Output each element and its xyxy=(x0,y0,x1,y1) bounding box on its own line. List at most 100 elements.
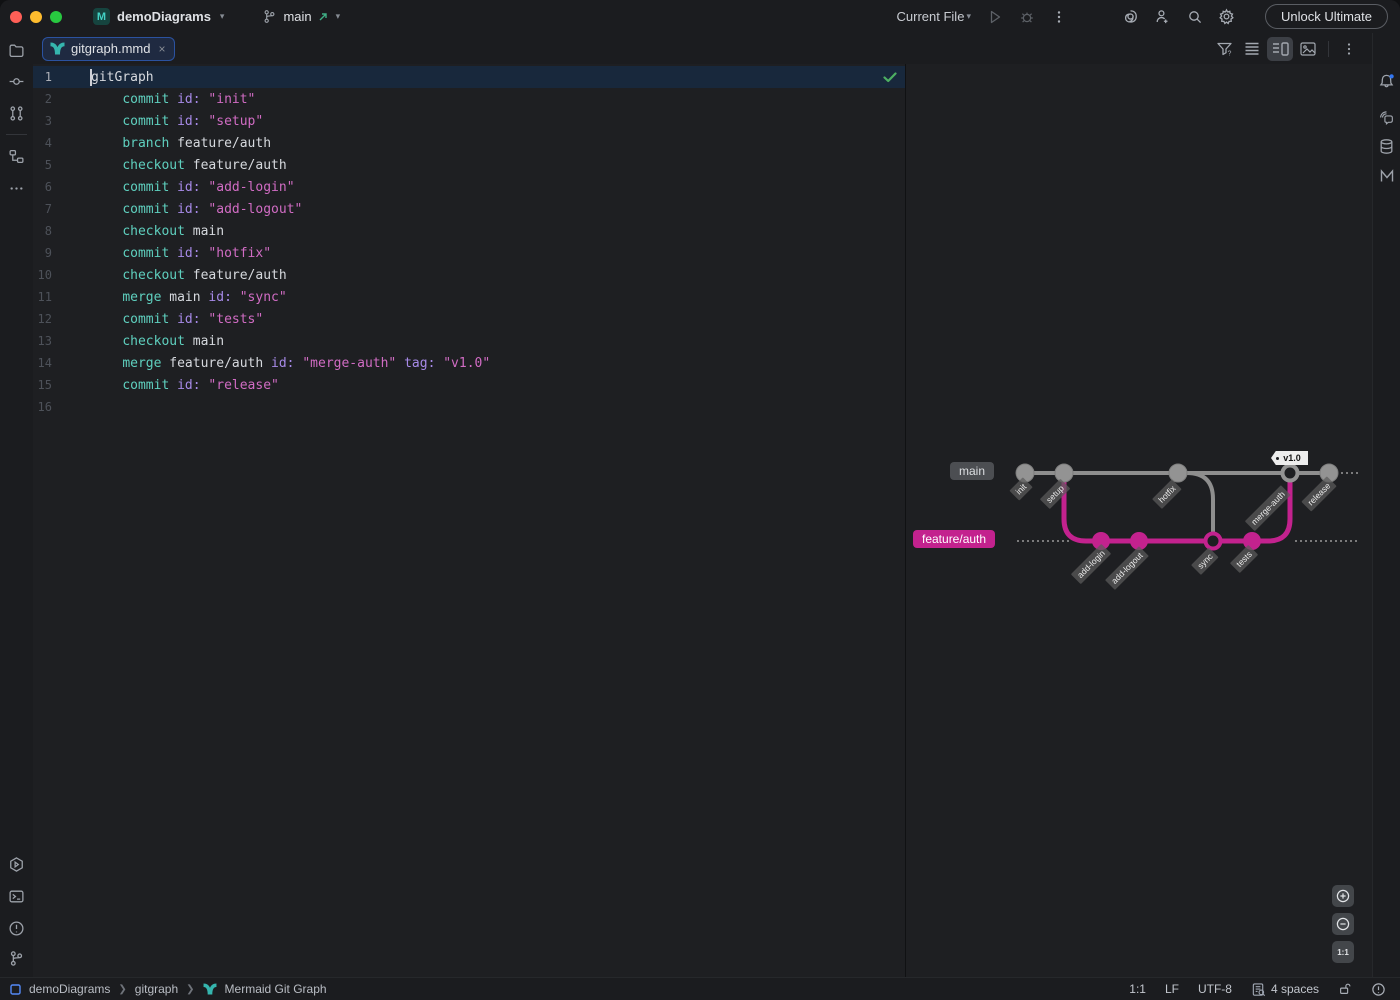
line-number: 10 xyxy=(33,268,52,282)
line-number: 2 xyxy=(33,92,52,106)
project-switcher[interactable]: M demoDiagrams ▾ xyxy=(93,8,224,25)
run-button[interactable] xyxy=(979,4,1011,30)
code-text: commit id: "hotfix" xyxy=(91,246,271,261)
more-actions-button[interactable] xyxy=(1043,4,1075,30)
code-line[interactable]: 10 checkout feature/auth xyxy=(33,264,905,286)
line-number: 6 xyxy=(33,180,52,194)
chevron-down-icon: ▾ xyxy=(966,11,971,22)
mermaid-preview-pane[interactable]: main feature/auth init setup hotfix merg… xyxy=(906,64,1372,977)
close-window-button[interactable] xyxy=(10,11,22,23)
debug-button[interactable] xyxy=(1011,4,1043,30)
tab-options-button[interactable] xyxy=(1336,37,1362,61)
code-line[interactable]: 15 commit id: "release" xyxy=(33,374,905,396)
line-number: 16 xyxy=(33,400,52,414)
code-text: commit id: "add-logout" xyxy=(91,202,302,217)
text-caret xyxy=(90,69,92,86)
module-icon xyxy=(10,984,21,995)
breadcrumb-file[interactable]: gitgraph xyxy=(135,982,178,996)
run-configuration-selector[interactable]: Current File ▾ xyxy=(897,9,971,24)
encoding-widget[interactable]: UTF-8 xyxy=(1198,982,1232,996)
diagram-filter-button[interactable]: ? xyxy=(1211,37,1237,61)
preview-zoom-controls: 1:1 xyxy=(1332,885,1354,963)
code-editor[interactable]: 1gitGraph2 commit id: "init"3 commit id:… xyxy=(33,64,905,977)
line-separator-widget[interactable]: LF xyxy=(1165,982,1179,996)
code-with-me-button[interactable] xyxy=(1147,4,1179,30)
editor-and-preview-button[interactable] xyxy=(1267,37,1293,61)
ai-chat-button[interactable] xyxy=(1115,4,1147,30)
indent-label: 4 spaces xyxy=(1271,982,1319,996)
code-line[interactable]: 2 commit id: "init" xyxy=(33,88,905,110)
problems-button[interactable] xyxy=(5,916,29,940)
structure-button[interactable] xyxy=(5,144,29,168)
inspections-widget[interactable] xyxy=(1371,982,1386,997)
code-text: checkout feature/auth xyxy=(91,268,287,283)
code-text: commit id: "release" xyxy=(91,378,279,393)
zoom-in-button[interactable] xyxy=(1332,885,1354,907)
editor-only-button[interactable] xyxy=(1239,37,1265,61)
notifications-button[interactable] xyxy=(1375,69,1399,93)
line-number: 7 xyxy=(33,202,52,216)
line-number: 12 xyxy=(33,312,52,326)
breadcrumb-project[interactable]: demoDiagrams xyxy=(29,982,110,996)
zoom-out-button[interactable] xyxy=(1332,913,1354,935)
more-tool-windows-button[interactable] xyxy=(5,176,29,200)
branch-label-main: main xyxy=(950,462,994,480)
commit-button[interactable] xyxy=(5,69,29,93)
breadcrumb-element[interactable]: Mermaid Git Graph xyxy=(225,982,327,996)
push-arrow-icon xyxy=(317,11,329,23)
code-line[interactable]: 9 commit id: "hotfix" xyxy=(33,242,905,264)
left-tool-window-bar xyxy=(0,33,33,977)
branch-name: main xyxy=(283,9,311,24)
inspections-ok-checkmark-icon[interactable] xyxy=(882,69,900,87)
project-folder-button[interactable] xyxy=(5,38,29,62)
actual-size-button[interactable]: 1:1 xyxy=(1332,941,1354,963)
services-button[interactable] xyxy=(5,852,29,876)
line-number: 11 xyxy=(33,290,52,304)
code-line[interactable]: 16 xyxy=(33,396,905,418)
code-text: gitGraph xyxy=(91,70,154,85)
code-text: commit id: "init" xyxy=(91,92,255,107)
pull-requests-button[interactable] xyxy=(5,101,29,125)
code-line[interactable]: 8 checkout main xyxy=(33,220,905,242)
code-line[interactable]: 6 commit id: "add-login" xyxy=(33,176,905,198)
unlock-ultimate-button[interactable]: Unlock Ultimate xyxy=(1265,4,1388,29)
code-line[interactable]: 4 branch feature/auth xyxy=(33,132,905,154)
status-bar: demoDiagrams ❯ gitgraph ❯ Mermaid Git Gr… xyxy=(0,977,1400,1000)
code-line[interactable]: 14 merge feature/auth id: "merge-auth" t… xyxy=(33,352,905,374)
code-line[interactable]: 7 commit id: "add-logout" xyxy=(33,198,905,220)
mermaid-tool-button[interactable] xyxy=(1375,164,1399,188)
title-bar: M demoDiagrams ▾ main ▾ Current File ▾ xyxy=(0,0,1400,33)
code-line[interactable]: 11 merge main id: "sync" xyxy=(33,286,905,308)
code-line[interactable]: 12 commit id: "tests" xyxy=(33,308,905,330)
gitgraph-diagram xyxy=(906,64,1372,977)
mermaid-icon xyxy=(50,42,65,55)
code-line[interactable]: 5 checkout feature/auth xyxy=(33,154,905,176)
line-number: 15 xyxy=(33,378,52,392)
close-tab-icon[interactable]: × xyxy=(158,42,165,56)
caret-position-widget[interactable]: 1:1 xyxy=(1129,982,1146,996)
code-line[interactable]: 3 commit id: "setup" xyxy=(33,110,905,132)
mermaid-icon xyxy=(203,983,217,995)
tag-hole xyxy=(1276,457,1279,460)
indent-widget[interactable]: 4 spaces xyxy=(1251,982,1319,997)
settings-button[interactable] xyxy=(1211,4,1243,30)
code-line[interactable]: 1gitGraph xyxy=(33,66,905,88)
search-everywhere-button[interactable] xyxy=(1179,4,1211,30)
vcs-branch-widget[interactable]: main ▾ xyxy=(260,4,340,30)
tab-gitgraph-mmd[interactable]: gitgraph.mmd × xyxy=(42,37,175,61)
line-number: 3 xyxy=(33,114,52,128)
file-lock-widget[interactable] xyxy=(1338,982,1352,996)
tab-label: gitgraph.mmd xyxy=(71,41,150,56)
preview-only-button[interactable] xyxy=(1295,37,1321,61)
zoom-window-button[interactable] xyxy=(50,11,62,23)
version-control-button[interactable] xyxy=(5,946,29,970)
terminal-button[interactable] xyxy=(5,884,29,908)
ai-assistant-button[interactable] xyxy=(1375,105,1399,129)
database-button[interactable] xyxy=(1375,134,1399,158)
line-number: 4 xyxy=(33,136,52,150)
minimize-window-button[interactable] xyxy=(30,11,42,23)
indent-icon xyxy=(1251,982,1266,997)
code-line[interactable]: 13 checkout main xyxy=(33,330,905,352)
chevron-down-icon: ▾ xyxy=(220,11,225,22)
code-text: commit id: "setup" xyxy=(91,114,263,129)
